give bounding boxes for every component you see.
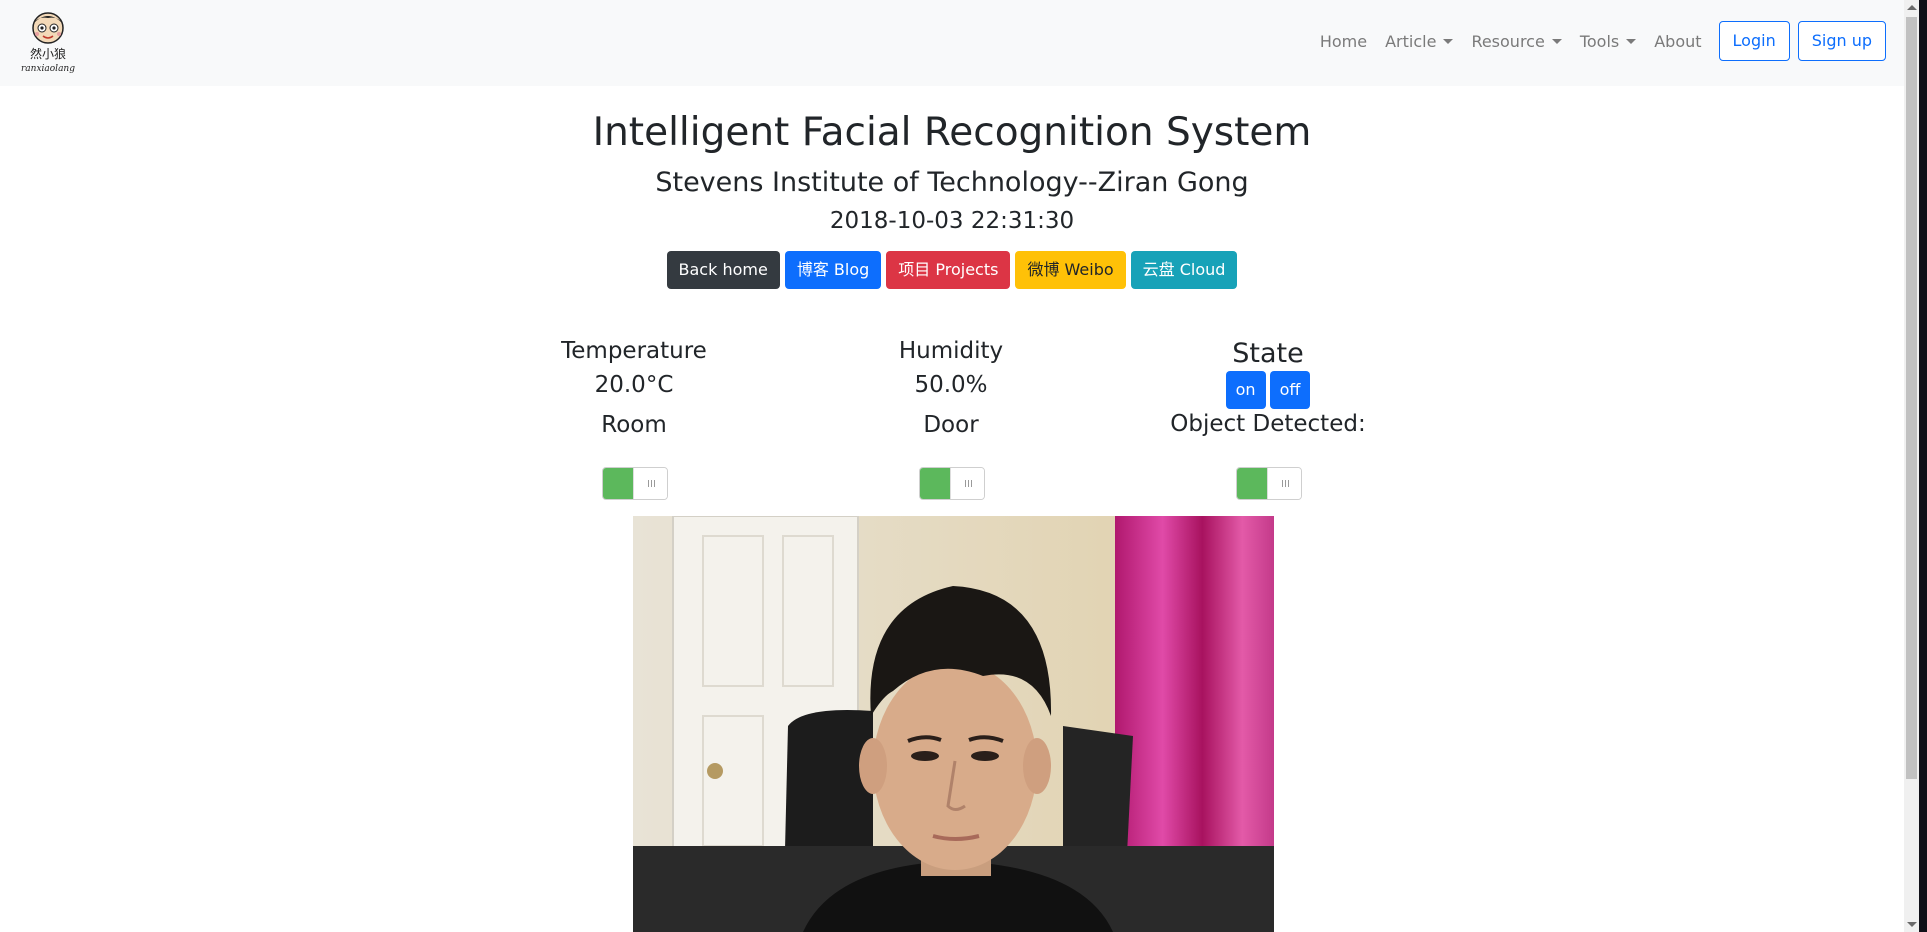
link-button-row: Back home 博客 Blog 项目 Projects 微博 Weibo 云… <box>0 251 1904 289</box>
scroll-up-arrow-icon[interactable] <box>1907 5 1917 10</box>
state-on-button[interactable]: on <box>1225 371 1266 409</box>
camera-feed <box>633 516 1274 932</box>
nav-tools-label: Tools <box>1579 31 1620 51</box>
object-detected-toggle[interactable] <box>1236 467 1302 500</box>
nav-about[interactable]: About <box>1645 32 1710 51</box>
toggle-on-indicator <box>920 468 950 499</box>
toggle-on-indicator <box>1237 468 1267 499</box>
page: 然小狼 ranxiaolang Home Article Resource To… <box>0 0 1927 932</box>
toggle-handle <box>1267 468 1301 499</box>
scroll-thumb[interactable] <box>1906 17 1917 779</box>
back-home-button[interactable]: Back home <box>666 251 780 289</box>
nav-tools-dropdown[interactable]: Tools <box>1571 32 1645 51</box>
state-off-button[interactable]: off <box>1269 371 1311 409</box>
state-panel: State on off Object Detected: <box>1108 338 1428 437</box>
blog-button[interactable]: 博客 Blog <box>784 251 882 289</box>
toggle-on-indicator <box>603 468 633 499</box>
page-subtitle: Stevens Institute of Technology--Ziran G… <box>655 167 1249 198</box>
nav-article-dropdown[interactable]: Article <box>1376 32 1462 51</box>
signup-button[interactable]: Sign up <box>1797 21 1886 61</box>
logo[interactable]: 然小狼 ranxiaolang <box>14 10 82 74</box>
caret-down-icon <box>1551 38 1562 44</box>
nav-home[interactable]: Home <box>1311 32 1376 51</box>
nav-about-label: About <box>1654 31 1702 51</box>
weibo-button[interactable]: 微博 Weibo <box>1015 251 1126 289</box>
logo-mascot-icon: 然小狼 ranxiaolang <box>21 12 75 74</box>
nav-article-label: Article <box>1385 31 1437 51</box>
room-label: Room <box>601 412 667 438</box>
cloud-button[interactable]: 云盘 Cloud <box>1130 251 1238 289</box>
caret-down-icon <box>1443 38 1454 44</box>
nav-resource-dropdown[interactable]: Resource <box>1462 32 1570 51</box>
state-button-group: on off <box>1108 371 1428 409</box>
toggle-handle <box>950 468 984 499</box>
logo-subtext: ranxiaolang <box>21 64 75 74</box>
room-toggle[interactable] <box>602 467 668 500</box>
humidity-panel: Humidity 50.0% Door <box>791 338 1111 438</box>
caret-down-icon <box>1626 38 1637 44</box>
state-label: State <box>1232 338 1304 369</box>
door-label: Door <box>923 412 979 438</box>
scroll-down-arrow-icon[interactable] <box>1907 922 1917 927</box>
nav-home-label: Home <box>1319 31 1368 51</box>
page-title: Intelligent Facial Recognition System <box>592 110 1312 155</box>
vertical-scrollbar[interactable] <box>1904 0 1919 932</box>
nav-resource-label: Resource <box>1471 31 1545 51</box>
logo-text: 然小狼 <box>30 46 66 61</box>
nav-menu: Home Article Resource Tools About Login … <box>1311 21 1886 61</box>
temperature-label: Temperature <box>561 338 707 364</box>
datetime-display: 2018-10-03 22:31:30 <box>829 208 1075 234</box>
door-toggle[interactable] <box>919 467 985 500</box>
navbar: 然小狼 ranxiaolang Home Article Resource To… <box>0 0 1904 86</box>
projects-button[interactable]: 项目 Projects <box>886 251 1011 289</box>
object-detected-label: Object Detected: <box>1170 411 1366 437</box>
temperature-value: 20.0°C <box>594 372 674 398</box>
toggle-handle <box>633 468 667 499</box>
window-edge <box>1919 0 1927 932</box>
humidity-label: Humidity <box>898 338 1004 364</box>
temperature-panel: Temperature 20.0°C Room <box>474 338 794 438</box>
humidity-value: 50.0% <box>914 372 988 398</box>
login-button[interactable]: Login <box>1718 21 1790 61</box>
camera-frame-image <box>633 516 1274 932</box>
